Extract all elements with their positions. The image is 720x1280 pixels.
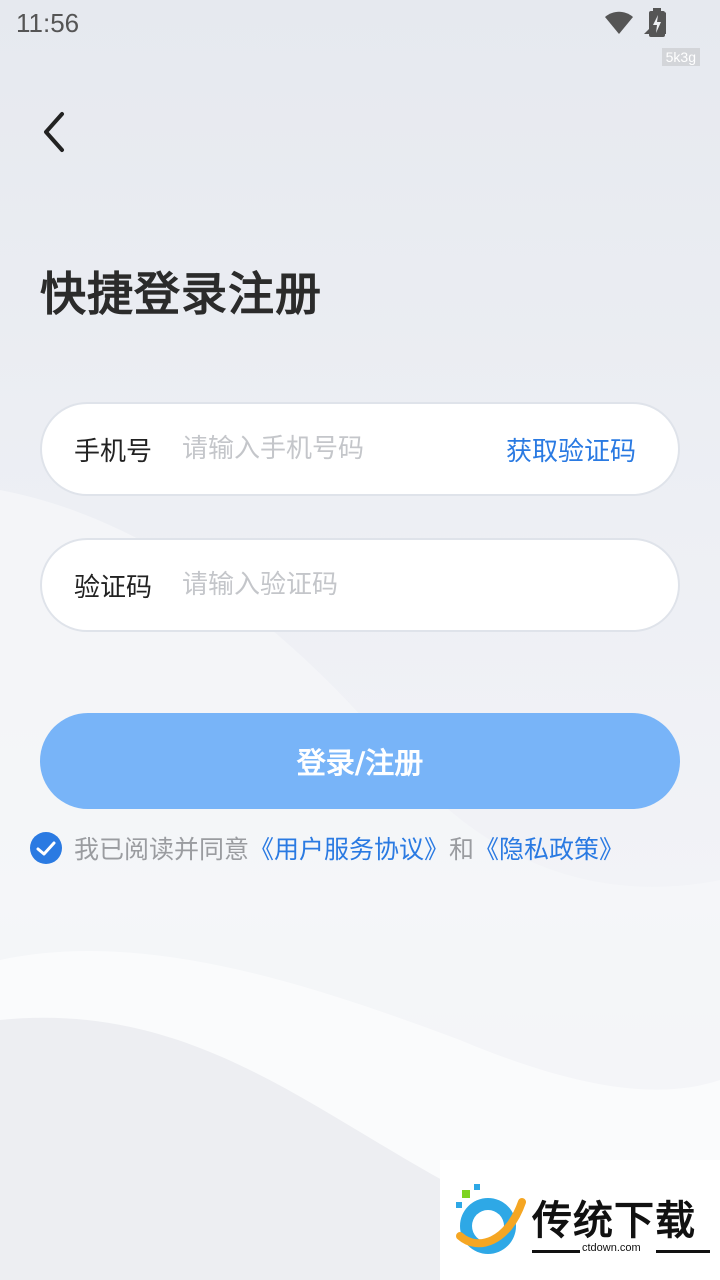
watermark-logo-icon	[448, 1182, 528, 1262]
battery-charging-icon	[648, 8, 666, 42]
login-register-button[interactable]: 登录/注册	[40, 713, 680, 809]
get-code-button[interactable]: 获取验证码	[506, 431, 636, 468]
agreement-checkbox[interactable]	[30, 832, 62, 864]
phone-label: 手机号	[74, 436, 153, 467]
back-button[interactable]	[36, 108, 76, 156]
page-title: 快捷登录注册	[40, 267, 322, 321]
terms-link[interactable]: 《用户服务协议》	[249, 830, 449, 866]
chevron-left-icon	[36, 112, 76, 160]
phone-input[interactable]	[182, 424, 482, 474]
agreement-conjunction: 和	[449, 835, 475, 864]
check-icon	[36, 834, 56, 863]
wifi-icon	[604, 10, 634, 40]
agreement-row: 我已阅读并同意 《用户服务协议》 和 《隐私政策》	[30, 830, 624, 866]
code-label: 验证码	[74, 572, 153, 603]
watermark-divider-left	[532, 1250, 580, 1253]
background-waves	[0, 490, 720, 1280]
network-badge: 5k3g	[661, 48, 700, 66]
watermark-brand: 传统下载	[532, 1198, 696, 1244]
privacy-link[interactable]: 《隐私政策》	[474, 830, 624, 866]
code-input[interactable]	[182, 560, 482, 610]
agreement-prefix: 我已阅读并同意	[74, 835, 250, 864]
watermark-site: ctdown.com	[582, 1242, 641, 1254]
watermark-divider-right	[656, 1250, 710, 1253]
status-time: 11:56	[16, 8, 80, 38]
phone-field: 手机号 获取验证码	[40, 402, 680, 496]
code-field: 验证码	[40, 538, 680, 632]
status-bar: 11:56 5k3g	[0, 0, 720, 66]
watermark: 传统下载 ctdown.com	[440, 1160, 720, 1280]
